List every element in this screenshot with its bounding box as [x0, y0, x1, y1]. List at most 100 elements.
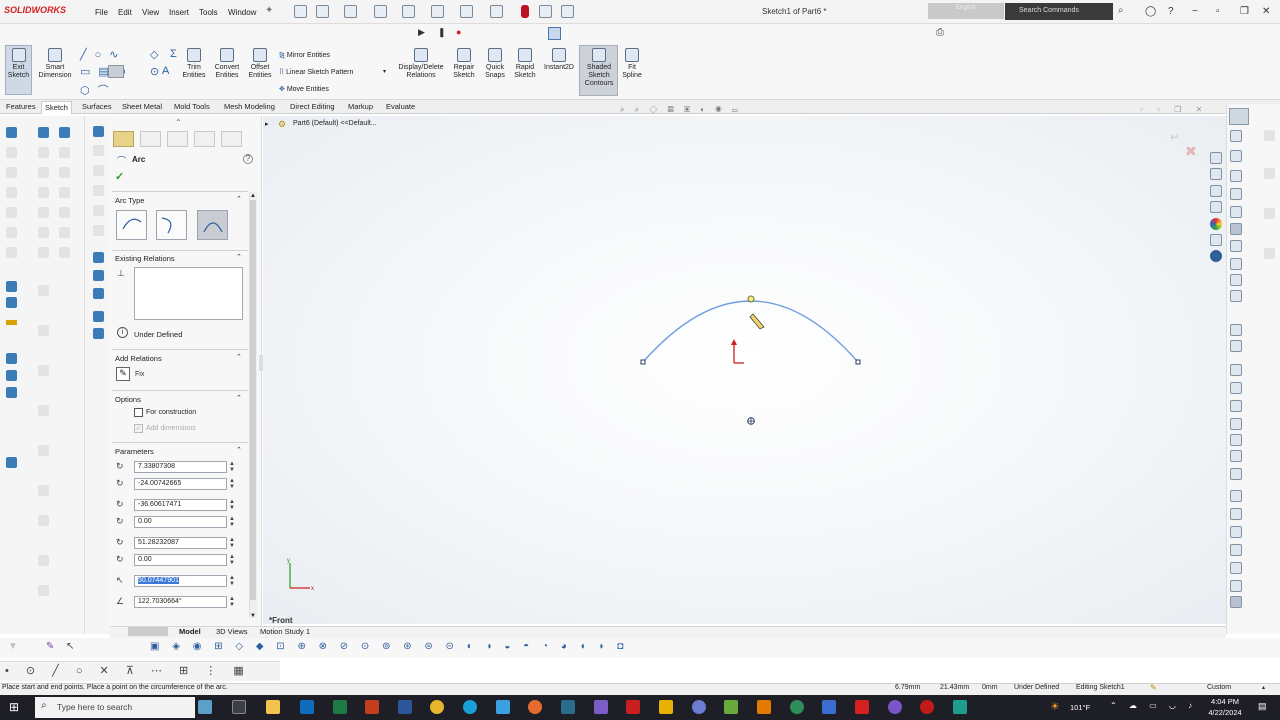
tab-display-manager[interactable] [221, 131, 242, 147]
view-palette-icon[interactable] [1210, 201, 1222, 213]
save-icon[interactable] [374, 5, 387, 18]
taskbar-widget-icon[interactable] [198, 700, 212, 714]
arrow-cursor-icon[interactable]: ↖ [66, 641, 74, 652]
right-tool-icon[interactable] [1230, 150, 1242, 162]
unit-system[interactable]: Custom [1207, 684, 1231, 691]
pm-collapse-handle[interactable]: ⌃ [175, 118, 182, 127]
end-x-input[interactable]: 51.28232087 [134, 537, 227, 549]
line-rect-tools[interactable]: ╱○∿ [80, 48, 126, 61]
app-taskbar-icon[interactable] [496, 700, 510, 714]
file-properties-icon[interactable] [539, 5, 552, 18]
rebuild-icon[interactable]: ✎ [1150, 683, 1157, 692]
right-tool-icon[interactable] [1230, 240, 1242, 252]
plane-icon[interactable]: ◇ [150, 48, 158, 61]
search-icon[interactable]: ⌕ [1118, 5, 1124, 16]
right-tool-icon[interactable] [1230, 544, 1242, 556]
app-taskbar-icon[interactable] [888, 700, 902, 714]
right-tool-icon[interactable] [1230, 434, 1242, 446]
language-selector[interactable]: English [928, 3, 1004, 19]
fix-relation-label[interactable]: Fix [135, 371, 144, 378]
app-taskbar-icon[interactable] [757, 700, 771, 714]
windows-start-icon[interactable]: ⊞ [9, 700, 19, 714]
search-commands-input[interactable]: Search Commands [1005, 3, 1113, 20]
convert-entities-button[interactable]: Convert Entities [211, 48, 243, 80]
right-tool-icon[interactable] [1230, 418, 1242, 430]
record-icon[interactable]: ● [456, 27, 461, 37]
tab-scroll-control[interactable] [128, 627, 168, 636]
right-tool-icon[interactable] [1230, 290, 1242, 302]
tab-mesh-modeling[interactable]: Mesh Modeling [221, 102, 278, 111]
right-tool-icon[interactable] [1230, 468, 1242, 480]
left-toolbar-icons[interactable] [4, 125, 82, 625]
step-icon[interactable]: ❚ [438, 27, 446, 38]
arc-type-header[interactable]: Arc Type [115, 196, 144, 205]
undo-icon[interactable] [431, 5, 444, 18]
acrobat-taskbar-icon[interactable] [626, 700, 640, 714]
sketch-relations-icon[interactable] [93, 252, 104, 263]
spin-radius[interactable]: ▲ ▼ [229, 575, 235, 587]
start-x-input[interactable]: -36.60617471 [134, 499, 227, 511]
taskbar-date[interactable]: 4/22/2024 [1201, 708, 1249, 717]
feature-icon-2[interactable] [6, 370, 17, 381]
quick-snaps-button[interactable]: Quick Snaps [482, 48, 508, 80]
right-tool-icon[interactable] [1230, 324, 1242, 336]
right-tool-icon[interactable] [1230, 274, 1242, 286]
selection-filter-toolbar[interactable]: ▣ ◈ ◉ ⊞ ◇ ◆ ⊡ ⊕ ⊗ ⊘ ⊙ ⊚ ⊛ ⊜ ⊝ ◐ ◑ ◒ ◓ ◔ … [150, 641, 628, 652]
custom-properties-icon[interactable] [1210, 234, 1222, 246]
for-construction-label[interactable]: For construction [146, 409, 196, 416]
angle-input[interactable]: 122.7030664° [134, 596, 227, 608]
file-explorer-taskbar-icon[interactable] [266, 700, 280, 714]
menu-window[interactable]: Window [228, 8, 256, 17]
help-icon[interactable]: ? [243, 154, 253, 164]
fit-spline-button[interactable]: Fit Spline [620, 48, 644, 80]
right-tool-icon[interactable] [1230, 400, 1242, 412]
right-tool-icon[interactable] [1230, 170, 1242, 182]
print-icon[interactable] [402, 5, 415, 18]
scroll-up-icon[interactable]: ▲ [250, 193, 256, 199]
help-icon[interactable]: ? [1168, 6, 1174, 17]
text-icon[interactable]: A [162, 65, 169, 77]
camera-icon[interactable]: ⎙ [936, 27, 944, 38]
scroll-down-icon[interactable]: ▼ [250, 613, 256, 619]
word-taskbar-icon[interactable] [398, 700, 412, 714]
spin-end-x[interactable]: ▲ ▼ [229, 537, 235, 549]
play-icon[interactable]: ▶ [418, 27, 425, 38]
rapid-sketch-button[interactable]: Rapid Sketch [511, 48, 539, 80]
curve-tool-icon[interactable] [6, 297, 17, 308]
center-y-input[interactable]: -24.00742665 [134, 478, 227, 490]
existing-relations-list[interactable] [134, 267, 243, 320]
right-tool-icon[interactable] [1230, 526, 1242, 538]
feature-tool-icon[interactable] [38, 127, 49, 138]
right-tool-icon[interactable] [1230, 580, 1242, 592]
tab-motion-study[interactable]: Motion Study 1 [257, 627, 313, 636]
spin-center-x[interactable]: ▲ ▼ [229, 461, 235, 473]
user-account-icon[interactable]: ◯ [1145, 6, 1156, 17]
notification-icon[interactable]: ▤ [1258, 701, 1267, 712]
start-y-input[interactable]: 0.00 [134, 516, 227, 528]
close-icon[interactable]: ✕ [1262, 6, 1270, 17]
new-document-icon[interactable] [316, 5, 329, 18]
rect-slot-tools[interactable]: ▭▤⊙ [80, 65, 134, 78]
restore-icon[interactable]: ❐ [1240, 6, 1249, 17]
right-tool-icon[interactable] [1230, 364, 1242, 376]
repair-sketch-button[interactable]: Repair Sketch [450, 48, 478, 80]
sketch-canvas[interactable]: x y [263, 116, 1226, 624]
point-icon[interactable]: ⊙ [150, 65, 159, 78]
appearances-icon[interactable] [1210, 218, 1222, 230]
selection-filter-icon[interactable]: ✎ [46, 641, 54, 652]
powerpoint-taskbar-icon[interactable] [365, 700, 379, 714]
tab-configuration[interactable] [167, 131, 188, 147]
taskbar-search[interactable]: Type here to search [35, 697, 195, 718]
weather-temperature[interactable]: 101°F [1070, 703, 1090, 712]
feature-icon-3[interactable] [6, 387, 17, 398]
solidworks-logo[interactable]: SOLIDWORKS [4, 5, 66, 15]
right-tool-icon[interactable] [1230, 450, 1242, 462]
right-tool-icon[interactable] [1230, 188, 1242, 200]
right-sketch-toolbar[interactable] [1230, 128, 1278, 618]
linear-sketch-pattern-button[interactable]: ⠿ Linear Sketch Pattern [279, 68, 353, 76]
app-taskbar-icon[interactable] [920, 700, 934, 714]
polygon-fillet-tools[interactable]: ⬡⌒ [80, 82, 117, 98]
tab-surfaces[interactable]: Surfaces [79, 102, 115, 111]
view-palette-strip[interactable] [1210, 150, 1224, 266]
instant2d-button[interactable]: Instant2D [540, 48, 578, 72]
